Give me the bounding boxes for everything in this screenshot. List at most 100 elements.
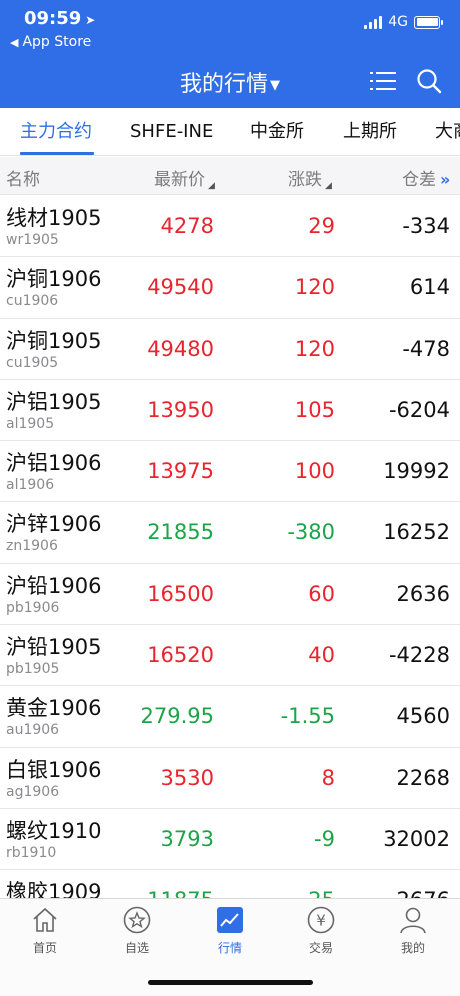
contract-code: pb1906	[6, 599, 60, 616]
col-name: 名称	[6, 170, 40, 190]
open-interest-diff: -478	[402, 336, 450, 361]
price-change: -380	[287, 520, 335, 545]
open-interest-diff: 4560	[396, 704, 450, 729]
quote-row[interactable]: 黄金1906 au1906 279.95 -1.55 4560	[0, 686, 460, 748]
quote-row[interactable]: 线材1905 wr1905 4278 29 -334	[0, 196, 460, 258]
last-price: 13950	[147, 397, 214, 422]
last-price: 21855	[147, 520, 214, 545]
back-app-label: App Store	[22, 34, 92, 50]
contract-code: al1906	[6, 477, 55, 494]
contract-name: 螺纹1910	[6, 818, 102, 843]
contract-name: 白银1906	[6, 757, 102, 782]
contract-name: 沪铅1905	[6, 635, 102, 660]
double-chevron-right-icon: »	[440, 170, 451, 189]
price-change: 60	[308, 581, 335, 606]
col-oi-diff-label: 仓差	[402, 170, 436, 190]
last-price: 16500	[147, 581, 214, 606]
quote-row[interactable]: 沪铝1906 al1906 13975 100 19992	[0, 441, 460, 503]
col-price-sort[interactable]: 最新价 ◢	[154, 165, 215, 191]
tab-main-contracts[interactable]: 主力合约	[20, 108, 92, 155]
tab-shfe[interactable]: 上期所	[343, 108, 397, 155]
col-oi-diff[interactable]: 仓差»	[402, 165, 450, 190]
tabbar-watchlist[interactable]: 自选	[102, 905, 172, 956]
contract-code: rb1910	[6, 844, 57, 861]
battery-icon	[414, 15, 443, 29]
price-change: 120	[294, 336, 335, 361]
tabbar-trade[interactable]: ¥ 交易	[286, 905, 356, 956]
active-tab-indicator	[20, 152, 94, 155]
quote-row[interactable]: 白银1906 ag1906 3530 8 2268	[0, 748, 460, 809]
contract-name: 橡胶1909	[6, 880, 102, 900]
contract-code: pb1905	[6, 661, 60, 678]
price-change: 100	[294, 459, 335, 484]
back-to-app-store[interactable]: ◀ App Store	[10, 34, 91, 50]
open-interest-diff: 2268	[396, 765, 450, 790]
price-change: 8	[321, 765, 335, 790]
tabbar-profile[interactable]: 我的	[378, 905, 448, 956]
contract-name: 线材1905	[6, 206, 102, 230]
contract-code: wr1905	[6, 232, 59, 248]
quote-row[interactable]: 沪铜1905 cu1905 49480 120 -478	[0, 319, 460, 380]
quote-row[interactable]: 沪铅1905 pb1905 16520 40 -4228	[0, 625, 460, 687]
list-icon[interactable]	[370, 70, 396, 92]
tab-shfe-ine[interactable]: SHFE-INE	[130, 108, 213, 155]
quote-row[interactable]: 橡胶190911875252676	[0, 870, 460, 900]
contract-code: ag1906	[6, 783, 60, 800]
quote-row[interactable]: 沪铅1906 pb1906 16500 60 2636	[0, 564, 460, 626]
star-icon	[123, 906, 151, 934]
open-interest-diff: 32002	[383, 826, 450, 851]
price-change: 120	[294, 275, 335, 300]
open-interest-diff: -334	[402, 214, 450, 238]
quote-row[interactable]: 沪锌1906 zn1906 21855 -380 16252	[0, 502, 460, 564]
last-price: 279.95	[140, 704, 214, 729]
col-price: 最新价	[154, 170, 205, 190]
last-price: 16520	[147, 643, 214, 668]
last-price: 4278	[160, 214, 214, 238]
header-bar: 09:59 ➤ ◀ App Store 4G 我的行情 ▼	[0, 0, 460, 108]
tabbar-label: 行情	[217, 941, 242, 955]
last-price: 49480	[147, 336, 214, 361]
contract-name: 沪铜1906	[6, 267, 102, 292]
tab-dce[interactable]: 大商所	[435, 108, 460, 155]
tabbar-home[interactable]: 首页	[10, 905, 80, 956]
quote-row[interactable]: 螺纹1910 rb1910 3793 -9 32002	[0, 809, 460, 871]
contract-name: 沪铜1905	[6, 328, 102, 353]
contract-name: 沪铅1906	[6, 573, 102, 598]
location-arrow-icon: ➤	[85, 13, 96, 27]
tab-cffex[interactable]: 中金所	[250, 108, 304, 155]
sort-triangle-icon: ◢	[208, 181, 215, 191]
open-interest-diff: 19992	[383, 459, 450, 484]
status-time: 09:59 ➤	[24, 8, 95, 29]
signal-icon	[364, 15, 383, 29]
tabbar-quotes[interactable]: 行情	[195, 905, 265, 956]
network-type: 4G	[388, 14, 408, 30]
quote-row[interactable]: 沪铜1906 cu1906 49540 120 614	[0, 257, 460, 319]
column-header: 名称 最新价 ◢ 涨跌 ◢ 仓差»	[0, 157, 460, 195]
quote-list[interactable]: 线材1905 wr1905 4278 29 -334 沪铜1906 cu1906 49540 1…	[0, 196, 460, 900]
col-change-sort[interactable]: 涨跌 ◢	[288, 165, 332, 191]
page-title: 我的行情	[179, 72, 268, 97]
col-change: 涨跌	[288, 170, 322, 190]
contract-code: cu1906	[6, 293, 59, 310]
contract-name: 沪铝1906	[6, 451, 102, 476]
tabbar-label: 我的	[400, 941, 425, 955]
last-price: 3530	[160, 765, 214, 790]
contract-code: au1906	[6, 722, 60, 739]
chevron-down-icon: ▼	[270, 77, 280, 93]
last-price: 13975	[147, 459, 214, 484]
contract-name: 黄金1906	[6, 696, 102, 721]
status-time-text: 09:59	[24, 8, 82, 29]
tabbar-label: 自选	[124, 941, 149, 955]
quote-row[interactable]: 沪铝1905 al1905 13950 105 -6204	[0, 380, 460, 442]
exchange-tabs: 主力合约 SHFE-INE 中金所 上期所 大商所	[0, 108, 460, 156]
price-change: 40	[308, 643, 335, 668]
back-triangle-icon: ◀	[10, 36, 19, 49]
home-indicator[interactable]	[148, 980, 313, 985]
open-interest-diff: 2636	[396, 581, 450, 606]
home-icon	[33, 907, 57, 932]
search-icon[interactable]	[416, 68, 442, 94]
contract-name: 沪锌1906	[6, 512, 102, 537]
contract-name: 沪铝1905	[6, 389, 102, 414]
sort-triangle-icon: ◢	[325, 181, 332, 191]
contract-code: zn1906	[6, 538, 58, 555]
